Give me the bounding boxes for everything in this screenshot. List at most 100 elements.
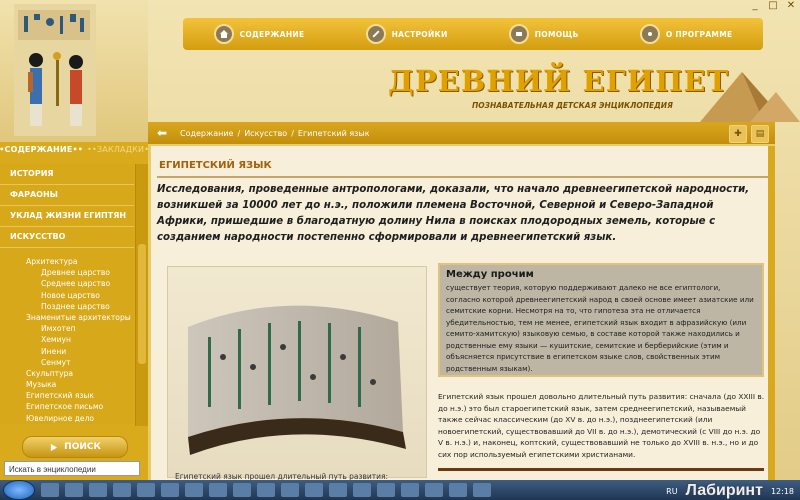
taskbar-app-icon[interactable] bbox=[449, 483, 467, 497]
minimize-button[interactable]: _ bbox=[748, 1, 762, 11]
app-window: _ □ ✕ ••СОДЕРЖАНИЕ•• ••ЗАКЛАДКИ•• ИСТОРИ… bbox=[0, 0, 800, 480]
menu-contents[interactable]: СОДЕРЖАНИЕ bbox=[213, 24, 305, 44]
nav-subitem[interactable]: Новое царство bbox=[0, 290, 134, 301]
sidenote-title: Между прочим bbox=[446, 269, 534, 280]
article-heading: ЕГИПЕТСКИЙ ЯЗЫК bbox=[159, 160, 272, 171]
nav-item-lifestyle[interactable]: УКЛАД ЖИЗНИ ЕГИПТЯН bbox=[0, 206, 134, 227]
breadcrumb-bar: ⬅ Содержание / Искусство / Египетский язык ✚… bbox=[148, 122, 775, 144]
taskbar-app-icon[interactable] bbox=[401, 483, 419, 497]
taskbar-app-icon[interactable] bbox=[65, 483, 83, 497]
start-button[interactable] bbox=[3, 480, 35, 500]
menu-help[interactable]: ПОМОЩЬ bbox=[508, 24, 579, 44]
taskbar-app-icon[interactable] bbox=[233, 483, 251, 497]
nav-item-art[interactable]: ИСКУССТВО bbox=[0, 227, 134, 248]
nav-subitem[interactable]: Музыка bbox=[0, 379, 134, 390]
taskbar-app-icon[interactable] bbox=[209, 483, 227, 497]
system-tray: RU Лабиринт 12:18 bbox=[666, 482, 794, 500]
taskbar-app-icon[interactable] bbox=[305, 483, 323, 497]
breadcrumb-separator: / bbox=[291, 128, 294, 138]
menu-settings[interactable]: НАСТРОЙКИ bbox=[365, 24, 448, 44]
menu-contents-label: СОДЕРЖАНИЕ bbox=[239, 29, 305, 39]
taskbar-app-icon[interactable] bbox=[425, 483, 443, 497]
taskbar-app-icon[interactable] bbox=[185, 483, 203, 497]
menu-about[interactable]: О ПРОГРАММЕ bbox=[639, 24, 733, 44]
language-indicator[interactable]: RU bbox=[666, 487, 677, 496]
article-lead: Исследования, проведенные антропологами,… bbox=[157, 184, 750, 243]
maximize-button[interactable]: □ bbox=[766, 1, 780, 11]
os-taskbar: RU Лабиринт 12:18 bbox=[0, 480, 800, 500]
breadcrumb-separator: / bbox=[237, 128, 241, 138]
sidenote-text: существует теория, которую поддерживают … bbox=[446, 283, 754, 373]
sidebar-tabs: ••СОДЕРЖАНИЕ•• ••ЗАКЛАДКИ•• bbox=[0, 145, 154, 161]
menu-help-label: ПОМОЩЬ bbox=[534, 29, 579, 39]
nav-subitem[interactable]: Позднее царство bbox=[0, 301, 134, 312]
nav-subitem[interactable]: Сенмут bbox=[0, 357, 134, 368]
app-subtitle: ПОЗНАВАТЕЛЬНАЯ ДЕТСКАЯ ЭНЦИКЛОПЕДИЯ bbox=[472, 101, 673, 110]
contents-tree: ИСТОРИЯ ФАРАОНЫ УКЛАД ЖИЗНИ ЕГИПТЯН ИСКУ… bbox=[0, 164, 134, 424]
taskbar-app-icon[interactable] bbox=[89, 483, 107, 497]
info-icon bbox=[639, 24, 660, 44]
nav-subitem[interactable]: Хемиун bbox=[0, 334, 134, 345]
sidebar-scrollbar[interactable] bbox=[135, 164, 148, 426]
tab-contents[interactable]: ••СОДЕРЖАНИЕ•• bbox=[0, 145, 83, 161]
page-tools: ✚ ▤ bbox=[729, 125, 769, 143]
search-input[interactable]: Искать в энциклопедии bbox=[4, 461, 140, 476]
back-arrow-icon[interactable]: ⬅ bbox=[152, 125, 172, 141]
article-page: ЕГИПЕТСКИЙ ЯЗЫК Исследования, проведенны… bbox=[151, 146, 771, 480]
nav-subitem[interactable]: Древнее царство bbox=[0, 267, 134, 278]
egyptian-art-logo bbox=[0, 0, 148, 142]
taskbar-app-icon[interactable] bbox=[137, 483, 155, 497]
taskbar-app-icon[interactable] bbox=[41, 483, 59, 497]
page-scrollbar[interactable] bbox=[768, 146, 775, 480]
menu-settings-label: НАСТРОЙКИ bbox=[391, 29, 448, 39]
house-icon bbox=[213, 24, 234, 44]
content-panel: ⬅ Содержание / Искусство / Египетский язык ✚… bbox=[148, 122, 775, 480]
breadcrumb-item[interactable]: Искусство bbox=[244, 129, 287, 138]
article-body: Египетский язык прошел довольно длительн… bbox=[438, 392, 765, 459]
wrench-icon bbox=[365, 24, 386, 44]
arrow-right-icon bbox=[50, 443, 58, 451]
breadcrumb-item-current: Египетский язык bbox=[297, 128, 370, 138]
nav-subitem[interactable]: Скульптура bbox=[0, 368, 134, 379]
taskbar-app-icon[interactable] bbox=[377, 483, 395, 497]
nav-subitem[interactable]: Знаменитые архитекторы bbox=[0, 312, 134, 323]
search-button-label: ПОИСК bbox=[64, 442, 101, 452]
top-menu: СОДЕРЖАНИЕ НАСТРОЙКИ ПОМОЩЬ О ПРОГРАММЕ bbox=[183, 18, 763, 50]
taskbar-app-icon[interactable] bbox=[329, 483, 347, 497]
nav-item-history[interactable]: ИСТОРИЯ bbox=[0, 164, 134, 185]
taskbar-app-icon[interactable] bbox=[113, 483, 131, 497]
bookmark-icon[interactable]: ✚ bbox=[729, 125, 747, 143]
help-icon bbox=[508, 24, 529, 44]
breadcrumb: Содержание / Искусство / Египетский язык bbox=[180, 129, 370, 138]
sidenote-box: Между прочим существует теория, которую … bbox=[438, 263, 764, 377]
clock[interactable]: 12:18 bbox=[771, 487, 794, 496]
divider bbox=[157, 176, 769, 178]
pyramids-decoration bbox=[700, 72, 800, 122]
taskbar-app-icon[interactable] bbox=[473, 483, 491, 497]
search-button[interactable]: ПОИСК bbox=[22, 436, 128, 458]
scrollbar-thumb[interactable] bbox=[138, 244, 146, 364]
breadcrumb-item[interactable]: Содержание bbox=[180, 129, 233, 138]
nav-subitem[interactable]: Инени bbox=[0, 346, 134, 357]
app-title: ДРЕВНИЙ ЕГИПЕТ bbox=[388, 64, 730, 98]
artifact-image bbox=[167, 266, 427, 478]
window-controls: _ □ ✕ bbox=[748, 1, 798, 11]
tab-bookmarks[interactable]: ••ЗАКЛАДКИ•• bbox=[87, 145, 154, 161]
sidebar: ••СОДЕРЖАНИЕ•• ••ЗАКЛАДКИ•• ИСТОРИЯ ФАРА… bbox=[0, 0, 154, 480]
nav-subitem[interactable]: Ювелирное дело bbox=[0, 413, 134, 424]
taskbar-app-icon[interactable] bbox=[353, 483, 371, 497]
taskbar-app-icon[interactable] bbox=[281, 483, 299, 497]
nav-subitem[interactable]: Имхотеп bbox=[0, 323, 134, 334]
divider-dark bbox=[438, 468, 764, 471]
nav-subitem-active[interactable]: Египетский язык bbox=[0, 390, 134, 401]
nav-subitem[interactable]: Архитектура bbox=[0, 256, 134, 267]
nav-subitem[interactable]: Египетское письмо bbox=[0, 401, 134, 412]
nav-item-pharaohs[interactable]: ФАРАОНЫ bbox=[0, 185, 134, 206]
taskbar-app-icon[interactable] bbox=[161, 483, 179, 497]
close-button[interactable]: ✕ bbox=[784, 1, 798, 11]
taskbar-app-icon[interactable] bbox=[257, 483, 275, 497]
print-icon[interactable]: ▤ bbox=[751, 125, 769, 143]
image-caption: Египетский язык прошел длительный путь р… bbox=[175, 472, 389, 480]
nav-subitem[interactable]: Среднее царство bbox=[0, 278, 134, 289]
